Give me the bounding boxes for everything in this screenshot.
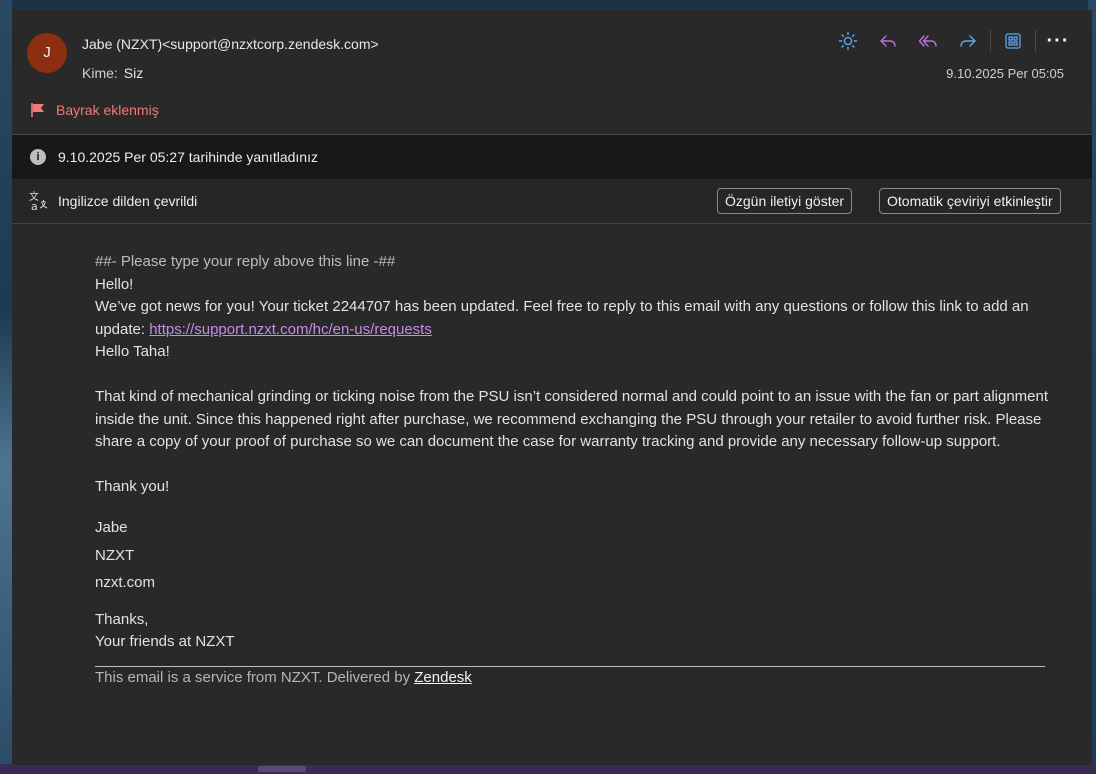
avatar[interactable]: J — [27, 33, 67, 73]
closing-line-2: Your friends at NZXT — [95, 633, 235, 651]
info-icon: i — [30, 149, 46, 165]
flag-label: Bayrak eklenmiş — [56, 102, 159, 118]
zendesk-link[interactable]: Zendesk — [414, 669, 472, 686]
toolbar-divider — [1035, 30, 1036, 52]
desktop-background-left — [0, 0, 12, 774]
sender-name[interactable]: Jabe (NZXT)<support@nzxtcorp.zendesk.com… — [82, 36, 379, 52]
sun-icon[interactable] — [836, 29, 860, 53]
support-paragraph: That kind of mechanical grinding or tick… — [95, 387, 1049, 451]
to-label: Kime: — [82, 65, 118, 81]
apps-icon[interactable] — [1001, 29, 1025, 53]
signature-name: Jabe — [95, 519, 128, 537]
flag-icon — [31, 103, 44, 117]
hello-line: Hello! — [95, 275, 134, 293]
replied-info-bar: i 9.10.2025 Per 05:27 tarihinde yanıtlad… — [12, 134, 1092, 180]
reply-icon[interactable] — [876, 29, 900, 53]
news-paragraph: We’ve got news for you! Your ticket 2244… — [95, 296, 1055, 341]
taskbar-strip — [0, 764, 1096, 774]
signature-company: NZXT — [95, 546, 135, 564]
translation-bar: 文 a Ingilizce dilden çevrildi Özgün ilet… — [12, 179, 1092, 224]
greeting-line: Hello Taha! — [95, 343, 170, 361]
more-icon[interactable]: ··· — [1046, 29, 1070, 53]
closing-line-1: Thanks, — [95, 610, 149, 628]
footer-text: This email is a service from NZXT. Deliv… — [95, 667, 1055, 690]
message-actions: ··· — [820, 28, 1070, 54]
requests-link[interactable]: https://support.nzxt.com/hc/en-us/reques… — [149, 321, 432, 338]
flag-status[interactable]: Bayrak eklenmiş — [30, 102, 159, 118]
taskbar-tab[interactable] — [258, 766, 306, 772]
svg-text:a: a — [31, 200, 38, 212]
to-value[interactable]: Siz — [124, 65, 143, 81]
show-original-button[interactable]: Özgün iletiyi göster — [717, 188, 853, 214]
message-body: ##- Please type your reply above this li… — [95, 251, 1055, 690]
reading-pane: J Jabe (NZXT)<support@nzxtcorp.zendesk.c… — [12, 10, 1092, 765]
signature-site: nzxt.com — [95, 574, 156, 592]
toolbar-divider — [990, 30, 991, 52]
footer-prefix: This email is a service from NZXT. Deliv… — [95, 669, 415, 687]
reply-all-icon[interactable] — [916, 29, 940, 53]
translate-icon: 文 a — [29, 190, 48, 212]
message-date: 9.10.2025 Per 05:05 — [946, 66, 1064, 81]
replied-info-text: 9.10.2025 Per 05:27 tarihinde yanıtladın… — [58, 149, 318, 165]
recipient-line: Kime: Siz — [82, 65, 143, 81]
forward-icon[interactable] — [956, 29, 980, 53]
thank-you-line: Thank you! — [95, 477, 170, 495]
enable-auto-translate-button[interactable]: Otomatik çeviriyi etkinleştir — [879, 188, 1061, 214]
translation-text: Ingilizce dilden çevrildi — [58, 193, 198, 209]
reply-above-line: ##- Please type your reply above this li… — [95, 253, 396, 270]
